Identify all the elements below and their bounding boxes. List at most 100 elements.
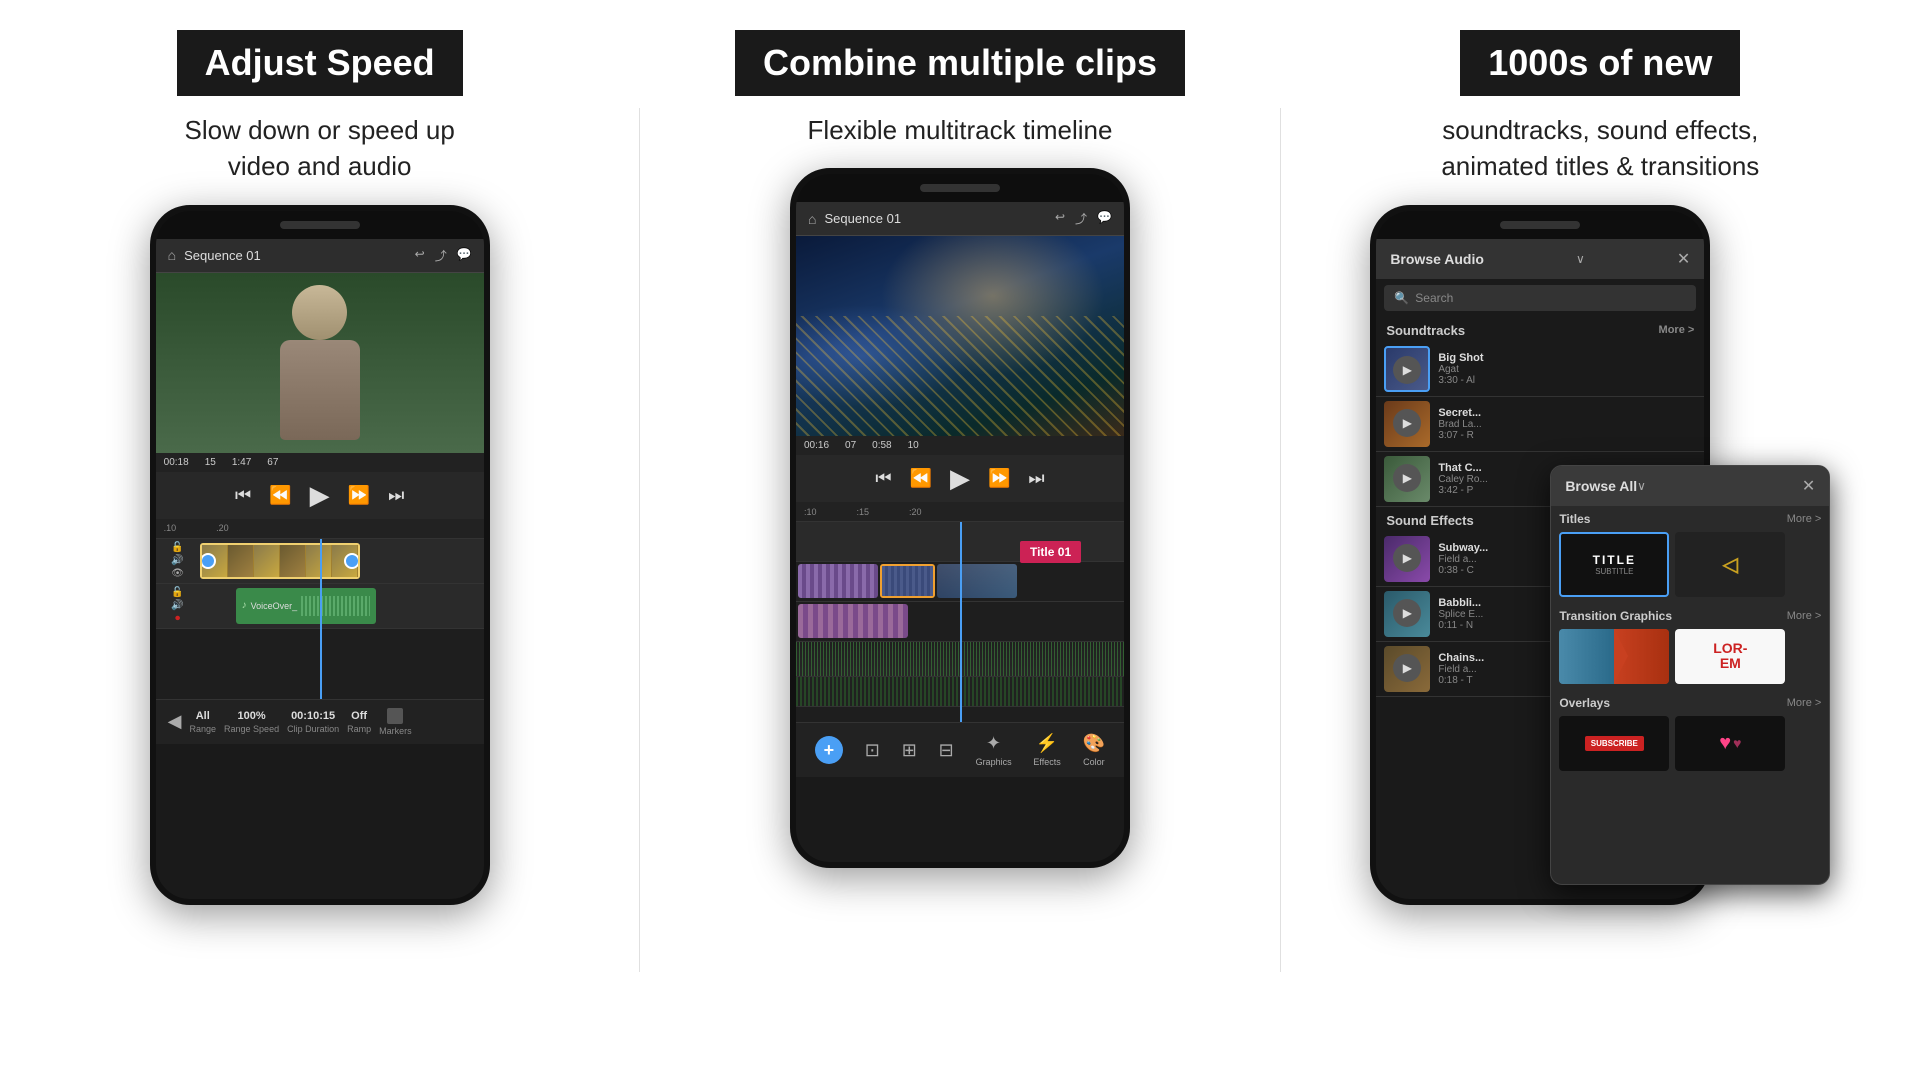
phone2-notch [796,174,1124,202]
header-icons: ↩ ⤴ 💬 [415,247,472,264]
home-icon: ⌂ [168,247,176,263]
titles-section: Titles More > TITLE SUBTITLE ◁ [1551,506,1829,603]
transitions-more[interactable]: More > [1787,610,1822,622]
trans-card-1[interactable] [1559,629,1669,684]
secret-meta: Brad La...3:07 - R [1438,419,1696,441]
eye-icon: 👁 [171,568,184,579]
browse-all-arrow[interactable]: ∨ [1637,479,1646,493]
new-content-subtitle: soundtracks, sound effects,animated titl… [1441,112,1759,185]
title-card-2[interactable]: ◁ [1675,532,1785,597]
undo-icon-2[interactable]: ↩ [1055,210,1065,227]
adjust-speed-section: Adjust Speed Slow down or speed upvideo … [0,0,639,1080]
overlays-section: Overlays More > SUBSCRIBE ♥ ♥ [1551,690,1829,777]
title-card-1[interactable]: TITLE SUBTITLE [1559,532,1669,597]
track-controls-audio: 🔓 🔊 ⏺ [160,587,196,624]
audio-item-secret[interactable]: ▶ Secret... Brad La...3:07 - R [1376,397,1704,452]
duration-frames: 67 [267,457,278,468]
search-icon: 🔍 [1394,291,1409,305]
bigshot-play-btn[interactable]: ▶ [1393,356,1421,384]
graphics-nav-item[interactable]: ✦ Graphics [976,733,1012,767]
color-nav-item[interactable]: 🎨 Color [1083,733,1105,767]
step-back-btn[interactable]: ⏪ [269,485,291,506]
multi-track[interactable]: Title 01 [796,522,1124,722]
browse-all-close-btn[interactable]: ✕ [1802,476,1815,496]
skip-back-btn[interactable]: ⏮ [235,485,251,506]
speed-dot-left[interactable] [200,553,216,569]
heart-2: ♥ [1733,735,1741,751]
music-icon: ♪ [242,600,247,611]
trans-card-2[interactable]: LOR-EM [1675,629,1785,684]
step-forward-btn-2[interactable]: ⏩ [988,468,1010,489]
browse-dropdown-arrow[interactable]: ∨ [1576,252,1585,266]
comment-icon-2[interactable]: 💬 [1097,210,1112,227]
clip-blue-selected[interactable] [880,564,935,598]
timeline-area[interactable]: 🔓 🔊 👁 [156,539,484,699]
chains-play-btn[interactable]: ▶ [1393,654,1421,682]
add-icon[interactable]: + [815,736,843,764]
clip-pink-2[interactable] [798,604,908,638]
track-controls-video: 🔓 🔊 👁 [160,542,196,579]
browse-close-btn[interactable]: ✕ [1677,249,1690,269]
notch-pill-2 [920,184,1000,192]
ramp-value: Off [351,710,367,722]
search-bar[interactable]: 🔍 Search [1384,285,1696,311]
step-back-btn-2[interactable]: ⏪ [910,468,932,489]
bigshot-name: Big Shot [1438,352,1696,364]
skip-forward-btn-2[interactable]: ⏭ [1028,468,1044,489]
play-btn-2[interactable]: ▶ [950,463,970,494]
speed-dot-right[interactable] [344,553,360,569]
add-nav-item[interactable]: + [815,736,843,764]
step-forward-btn[interactable]: ⏩ [348,485,370,506]
trim-nav-item[interactable]: ⊡ [865,740,880,761]
subway-play-btn[interactable]: ▶ [1393,544,1421,572]
secret-thumb: ▶ [1384,401,1430,447]
combine-clips-subtitle: Flexible multitrack timeline [808,112,1113,148]
phone3-wrapper: Browse Audio ∨ ✕ 🔍 Search Soundtracks Mo… [1370,205,1830,905]
subscribe-badge: SUBSCRIBE [1585,736,1644,751]
retro-logo: ◁ [1723,552,1738,577]
skip-back-btn-2[interactable]: ⏮ [875,468,891,489]
soundtracks-more[interactable]: More > [1659,324,1695,336]
ramp-group: Off Ramp [347,710,371,734]
share-icon[interactable]: ⤴ [435,247,447,264]
play-btn[interactable]: ▶ [310,480,330,511]
transitions-label: Transition Graphics [1559,609,1672,623]
playhead-2 [960,522,962,722]
overlays-more[interactable]: More > [1787,697,1822,709]
bottom-controls: ◀ All Range 100% Range Speed 00:10:15 Cl… [156,699,484,744]
sequence-label: Sequence 01 [184,248,407,263]
secret-play-btn[interactable]: ▶ [1393,409,1421,437]
video-clip[interactable] [200,543,360,579]
frame-count: 15 [205,457,216,468]
back-btn[interactable]: ◀ [168,711,182,732]
crop-nav-item[interactable]: ⊟ [939,740,954,761]
waveform [301,596,369,616]
audio-icon: 🔊 [171,555,183,566]
transitions-section: Transition Graphics More > LOR-EM [1551,603,1829,690]
share-icon-2[interactable]: ⤴ [1075,210,1087,227]
subscribe-card[interactable]: SUBSCRIBE [1559,716,1669,771]
home-icon-2: ⌂ [808,211,816,227]
babbling-play-btn[interactable]: ▶ [1393,599,1421,627]
combine-clips-title: Combine multiple clips [735,30,1185,96]
hearts-card[interactable]: ♥ ♥ [1675,716,1785,771]
split-nav-item[interactable]: ⊞ [902,740,917,761]
audio-clip[interactable]: ♪ VoiceOver_ [236,588,376,624]
titles-label: Titles [1559,512,1590,526]
titles-more[interactable]: More > [1787,513,1822,525]
audio-item-bigshot[interactable]: ▶ Big Shot Agat3:30 - Al [1376,342,1704,397]
overlays-row: Overlays More > [1559,696,1821,710]
markers-checkbox[interactable] [387,708,403,724]
clip-blue-2[interactable] [937,564,1017,598]
skip-forward-btn[interactable]: ⏭ [388,485,404,506]
comment-icon[interactable]: 💬 [457,247,472,264]
duration-label: Clip Duration [287,724,339,734]
clip-pink[interactable] [798,564,878,598]
phone2-bottom-nav: + ⊡ ⊞ ⊟ ✦ Graphics ⚡ Effects 🎨 Color [796,722,1124,777]
that-play-btn[interactable]: ▶ [1393,464,1421,492]
subway-thumb: ▶ [1384,536,1430,582]
undo-icon[interactable]: ↩ [415,247,425,264]
effects-nav-item[interactable]: ⚡ Effects [1033,733,1060,767]
trim-icon: ⊡ [865,740,880,761]
browse-audio-title: Browse Audio [1390,251,1484,267]
